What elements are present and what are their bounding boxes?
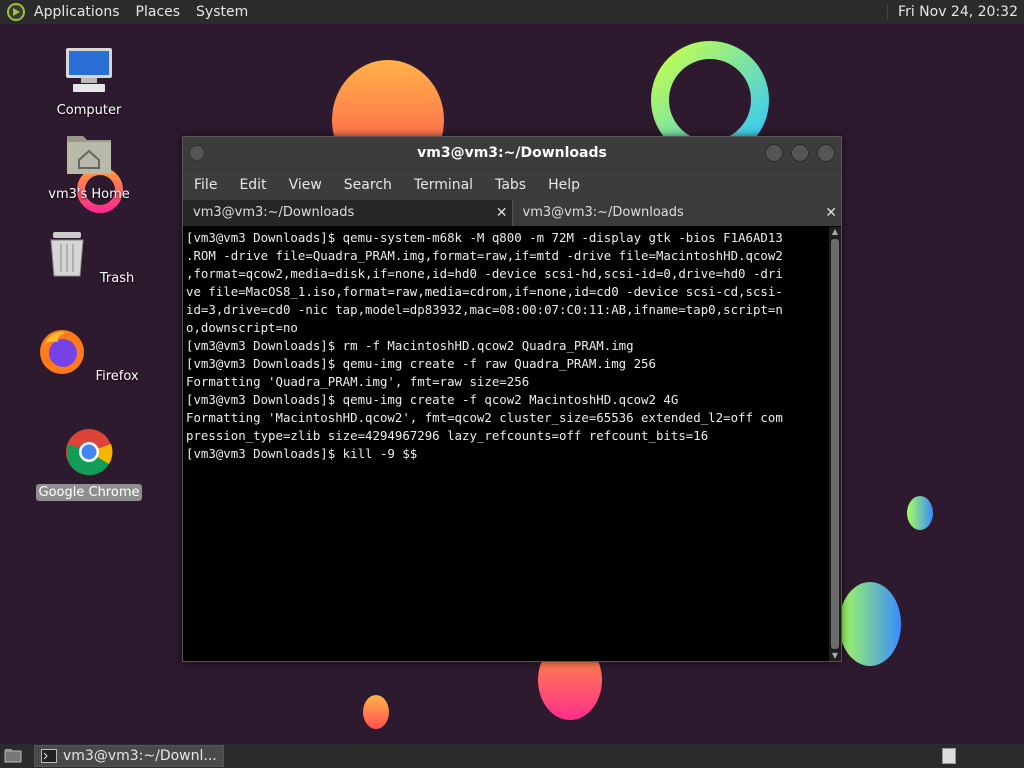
- workspace-switcher[interactable]: [942, 748, 956, 764]
- scroll-down-icon[interactable]: ▼: [829, 651, 841, 661]
- desktop-icon-label: Computer: [56, 103, 122, 118]
- desktop-icon-label: Trash: [99, 271, 135, 286]
- menu-tabs[interactable]: Tabs: [484, 177, 537, 193]
- clock[interactable]: Fri Nov 24, 20:32: [887, 4, 1024, 20]
- desktop-icon-chrome[interactable]: Google Chrome: [34, 426, 144, 501]
- taskbar-item-terminal[interactable]: vm3@vm3:~/Downl...: [34, 745, 224, 767]
- desktop-icon-trash[interactable]: Trash: [34, 228, 144, 287]
- tab-2[interactable]: vm3@vm3:~/Downloads ✕: [511, 200, 841, 226]
- terminal-line: [vm3@vm3 Downloads]$ rm -f MacintoshHD.q…: [186, 338, 634, 353]
- bottom-panel: vm3@vm3:~/Downl...: [0, 744, 1024, 768]
- desktop-icon-firefox[interactable]: Firefox: [34, 326, 144, 385]
- distro-logo-icon[interactable]: [6, 2, 26, 22]
- scrollbar-thumb[interactable]: [831, 239, 839, 649]
- home-folder-icon: [67, 136, 111, 174]
- chrome-icon: [66, 429, 113, 476]
- tab-1[interactable]: vm3@vm3:~/Downloads ✕: [183, 200, 512, 226]
- tab-close-icon[interactable]: ✕: [496, 200, 508, 226]
- terminal-line: .ROM -drive file=Quadra_PRAM.img,format=…: [186, 248, 783, 263]
- tab-label: vm3@vm3:~/Downloads: [522, 205, 684, 220]
- show-desktop-icon[interactable]: [4, 748, 22, 764]
- terminal-line: o,downscript=no: [186, 320, 298, 335]
- firefox-icon: [40, 330, 85, 374]
- desktop-icon-home[interactable]: vm3's Home: [34, 128, 144, 203]
- terminal-window[interactable]: vm3@vm3:~/Downloads File Edit View Searc…: [182, 136, 842, 662]
- menu-search[interactable]: Search: [333, 177, 403, 193]
- terminal-line: [vm3@vm3 Downloads]$ kill -9 $$: [186, 446, 418, 461]
- minimize-button[interactable]: [765, 144, 783, 162]
- menu-help[interactable]: Help: [537, 177, 591, 193]
- menu-view[interactable]: View: [278, 177, 333, 193]
- terminal-icon: [41, 749, 57, 763]
- terminal-tabbar: vm3@vm3:~/Downloads ✕ vm3@vm3:~/Download…: [183, 200, 841, 226]
- terminal-menubar: File Edit View Search Terminal Tabs Help: [183, 169, 841, 200]
- terminal-line: ,format=qcow2,media=disk,if=none,id=hd0 …: [186, 266, 783, 281]
- terminal-line: [vm3@vm3 Downloads]$ qemu-system-m68k -M…: [186, 230, 783, 245]
- applications-menu[interactable]: Applications: [26, 0, 128, 24]
- desktop-icon-label: Firefox: [95, 369, 139, 384]
- window-menu-button[interactable]: [189, 145, 205, 161]
- desktop-icon-label: vm3's Home: [48, 187, 130, 202]
- tab-label: vm3@vm3:~/Downloads: [193, 205, 355, 220]
- menu-edit[interactable]: Edit: [228, 177, 277, 193]
- terminal-line: ve file=MacOS8_1.iso,format=raw,media=cd…: [186, 284, 783, 299]
- trash-icon: [50, 232, 84, 277]
- tab-close-icon[interactable]: ✕: [825, 200, 837, 226]
- terminal-line: Formatting 'Quadra_PRAM.img', fmt=raw si…: [186, 374, 530, 389]
- taskbar-item-label: vm3@vm3:~/Downl...: [63, 748, 217, 764]
- desktop-icon-computer[interactable]: Computer: [34, 44, 144, 119]
- close-button[interactable]: [817, 144, 835, 162]
- computer-icon: [66, 48, 112, 92]
- terminal-output[interactable]: [vm3@vm3 Downloads]$ qemu-system-m68k -M…: [183, 227, 829, 661]
- terminal-line: id=3,drive=cd0 -nic tap,model=dp83932,ma…: [186, 302, 783, 317]
- window-titlebar[interactable]: vm3@vm3:~/Downloads: [183, 137, 841, 169]
- terminal-line: Formatting 'MacintoshHD.qcow2', fmt=qcow…: [186, 410, 783, 425]
- window-title: vm3@vm3:~/Downloads: [417, 145, 607, 161]
- terminal-line: [vm3@vm3 Downloads]$ qemu-img create -f …: [186, 392, 679, 407]
- maximize-button[interactable]: [791, 144, 809, 162]
- terminal-line: pression_type=zlib size=4294967296 lazy_…: [186, 428, 709, 443]
- top-panel: Applications Places System Fri Nov 24, 2…: [0, 0, 1024, 24]
- menu-terminal[interactable]: Terminal: [403, 177, 484, 193]
- terminal-line: [vm3@vm3 Downloads]$ qemu-img create -f …: [186, 356, 656, 371]
- system-menu[interactable]: System: [188, 0, 256, 24]
- places-menu[interactable]: Places: [128, 0, 189, 24]
- scroll-up-icon[interactable]: ▲: [829, 227, 841, 237]
- terminal-scrollbar[interactable]: ▲ ▼: [829, 227, 841, 661]
- desktop-icon-label: Google Chrome: [35, 484, 143, 501]
- menu-file[interactable]: File: [183, 177, 228, 193]
